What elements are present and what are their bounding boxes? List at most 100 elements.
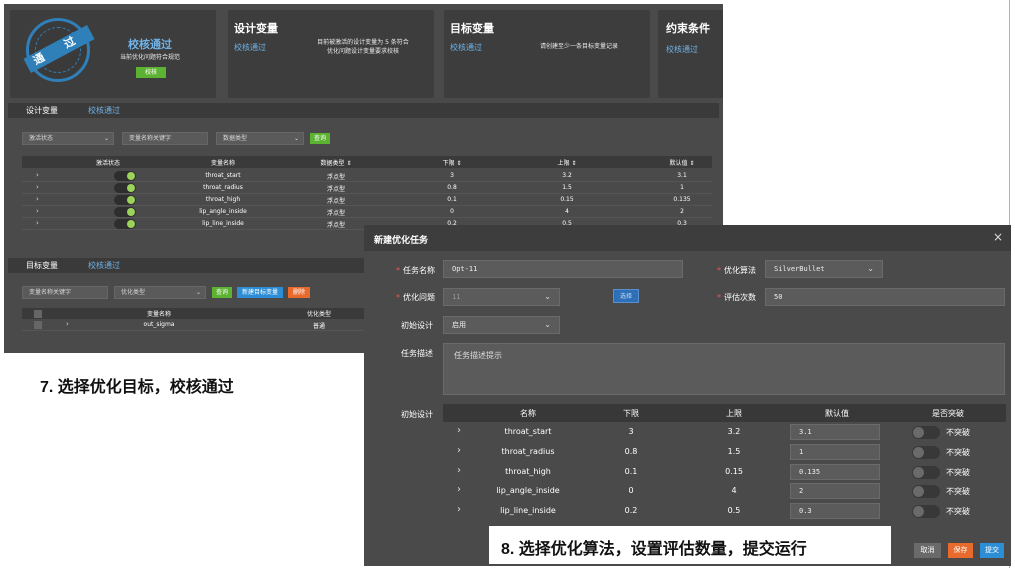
chevron-right-icon[interactable]: › [457,445,461,456]
row-checkbox[interactable] [34,321,42,329]
th-upper: 上限 [726,409,742,418]
design-vars-card: 设计变量 校核通过 目前被激活的设计变量为 5 条符合 优化问题设计变量要求校核 [228,10,434,98]
cancel-button[interactable]: 取消 [914,543,941,558]
target-keyword-input[interactable]: 变量名称关键字 [22,286,108,299]
breach-toggle[interactable] [912,466,940,479]
activation-toggle[interactable] [114,219,136,229]
breach-toggle[interactable] [912,505,940,518]
select-all-checkbox[interactable] [34,310,42,318]
data-type-select[interactable]: 数据类型 ⌄ [216,132,304,145]
chevron-right-icon[interactable]: › [66,320,69,328]
cell-upper: 0.5 [727,506,741,515]
table-row[interactable]: › lip_line_inside 0.2 0.5 0.3 不突破 [443,502,1006,521]
table-row[interactable]: › throat_high 0.1 0.15 0.135 不突破 [443,463,1006,482]
new-target-button[interactable]: 新建目标变量 [237,287,283,298]
default-value-input[interactable]: 3.1 [790,424,880,440]
th-upper[interactable]: 上限 ⇕ [558,158,577,167]
algo-select-value: SilverBullet [774,265,825,273]
table-row[interactable]: › lip_angle_inside 浮点型 0 4 2 [22,206,712,218]
init-design-table-label: 初始设计 [401,410,433,419]
task-desc-textarea[interactable]: 任务描述提示 [443,343,1005,395]
chevron-right-icon[interactable]: › [36,171,39,179]
design-vars-card-title: 设计变量 [234,22,278,35]
problem-select[interactable]: 11 ⌄ [443,288,560,306]
chevron-right-icon[interactable]: › [36,207,39,215]
chevron-right-icon[interactable]: › [36,219,39,227]
activation-toggle[interactable] [114,195,136,205]
design-section-status[interactable]: 校核通过 [88,105,120,116]
dialog-header: 新建优化任务 × [364,225,1011,251]
chevron-right-icon[interactable]: › [457,504,461,515]
target-vars-card-link[interactable]: 校核通过 [450,42,482,53]
table-row[interactable]: › throat_high 浮点型 0.1 0.15 0.135 [22,194,712,206]
cell-name: throat_start [205,172,241,179]
cell-lower: 0.1 [447,196,457,203]
chevron-down-icon: ⌄ [293,135,299,142]
chevron-right-icon[interactable]: › [457,465,461,476]
problem-label: * 优化问题 [396,292,435,303]
th-lower[interactable]: 下限 ⇕ [443,158,462,167]
activation-toggle[interactable] [114,183,136,193]
chevron-right-icon[interactable]: › [36,183,39,191]
design-vars-desc-1: 目前被激活的设计变量为 5 条符合 [317,39,409,46]
constraints-card-link[interactable]: 校核通过 [666,44,698,55]
table-row[interactable]: › throat_start 浮点型 3 3.2 3.1 [22,170,712,182]
save-button[interactable]: 保存 [948,543,973,558]
cell-upper: 4 [731,486,737,495]
close-icon[interactable]: × [993,230,1003,244]
default-value-input[interactable]: 0.135 [790,464,880,480]
chevron-right-icon[interactable]: › [36,195,39,203]
submit-button[interactable]: 提交 [980,543,1004,558]
activation-toggle[interactable] [114,207,136,217]
choose-problem-button[interactable]: 选择 [613,289,639,303]
breach-toggle[interactable] [912,446,940,459]
chevron-down-icon: ⌄ [103,135,109,142]
step-8-caption-box: 8. 选择优化算法，设置评估数量，提交运行 [489,526,891,564]
table-row[interactable]: › lip_angle_inside 0 4 2 不突破 [443,482,1006,501]
cell-upper: 3.2 [562,172,572,179]
cell-lower: 0 [628,486,634,495]
constraints-card: 约束条件 校核通过 [658,10,723,98]
chevron-right-icon[interactable]: › [457,425,461,436]
algo-select[interactable]: SilverBullet ⌄ [765,260,883,278]
target-query-button[interactable]: 查询 [212,287,232,298]
default-value-input[interactable]: 0.3 [790,503,880,519]
constraints-card-title: 约束条件 [666,22,710,35]
status-desc: 当前优化问题符合规范 [119,54,180,61]
default-value-input[interactable]: 1 [790,444,880,460]
th-var-name: 变量名称 [210,160,236,167]
activation-select[interactable]: 激活状态 ⌄ [22,132,114,145]
chevron-down-icon: ⌄ [867,264,874,273]
th-activation: 激活状态 [95,160,121,167]
table-row[interactable]: › throat_radius 浮点型 0.8 1.5 1 [22,182,712,194]
cell-name: throat_high [205,196,241,203]
design-query-button[interactable]: 查询 [310,133,330,144]
cell-lower: 3 [628,427,634,436]
cell-target-name: out_sigma [143,321,175,328]
target-section-status[interactable]: 校核通过 [88,260,120,271]
eval-label: * 评估次数 [717,292,756,303]
eval-count-input[interactable]: 50 [765,288,1005,306]
check-button[interactable]: 校核 [136,67,166,78]
delete-target-button[interactable]: 删除 [288,287,310,298]
step-8-caption: 8. 选择优化算法，设置评估数量，提交运行 [501,541,807,558]
table-row[interactable]: › throat_start 3 3.2 3.1 不突破 [443,423,1006,442]
breach-label: 不突破 [946,428,970,437]
breach-toggle[interactable] [912,426,940,439]
opt-type-select[interactable]: 优化类型 ⌄ [114,286,206,299]
breach-toggle[interactable] [912,485,940,498]
default-value-input[interactable]: 2 [790,483,880,499]
activation-toggle[interactable] [114,171,136,181]
table-row[interactable]: › throat_radius 0.8 1.5 1 不突破 [443,443,1006,462]
cell-default: 2 [680,208,684,215]
design-keyword-input[interactable]: 变量名称关键字 [122,132,208,145]
design-vars-card-link[interactable]: 校核通过 [234,42,266,53]
th-default[interactable]: 默认值 ⇕ [670,158,695,167]
chevron-right-icon[interactable]: › [457,484,461,495]
cell-type: 浮点型 [326,222,346,229]
task-name-input[interactable]: Opt-11 [443,260,683,278]
th-data-type[interactable]: 数据类型 ⇕ [321,158,352,167]
init-design-select[interactable]: 启用 ⌄ [443,316,560,334]
toggle-knob [913,427,924,438]
th-breach: 是否突破 [932,409,964,418]
